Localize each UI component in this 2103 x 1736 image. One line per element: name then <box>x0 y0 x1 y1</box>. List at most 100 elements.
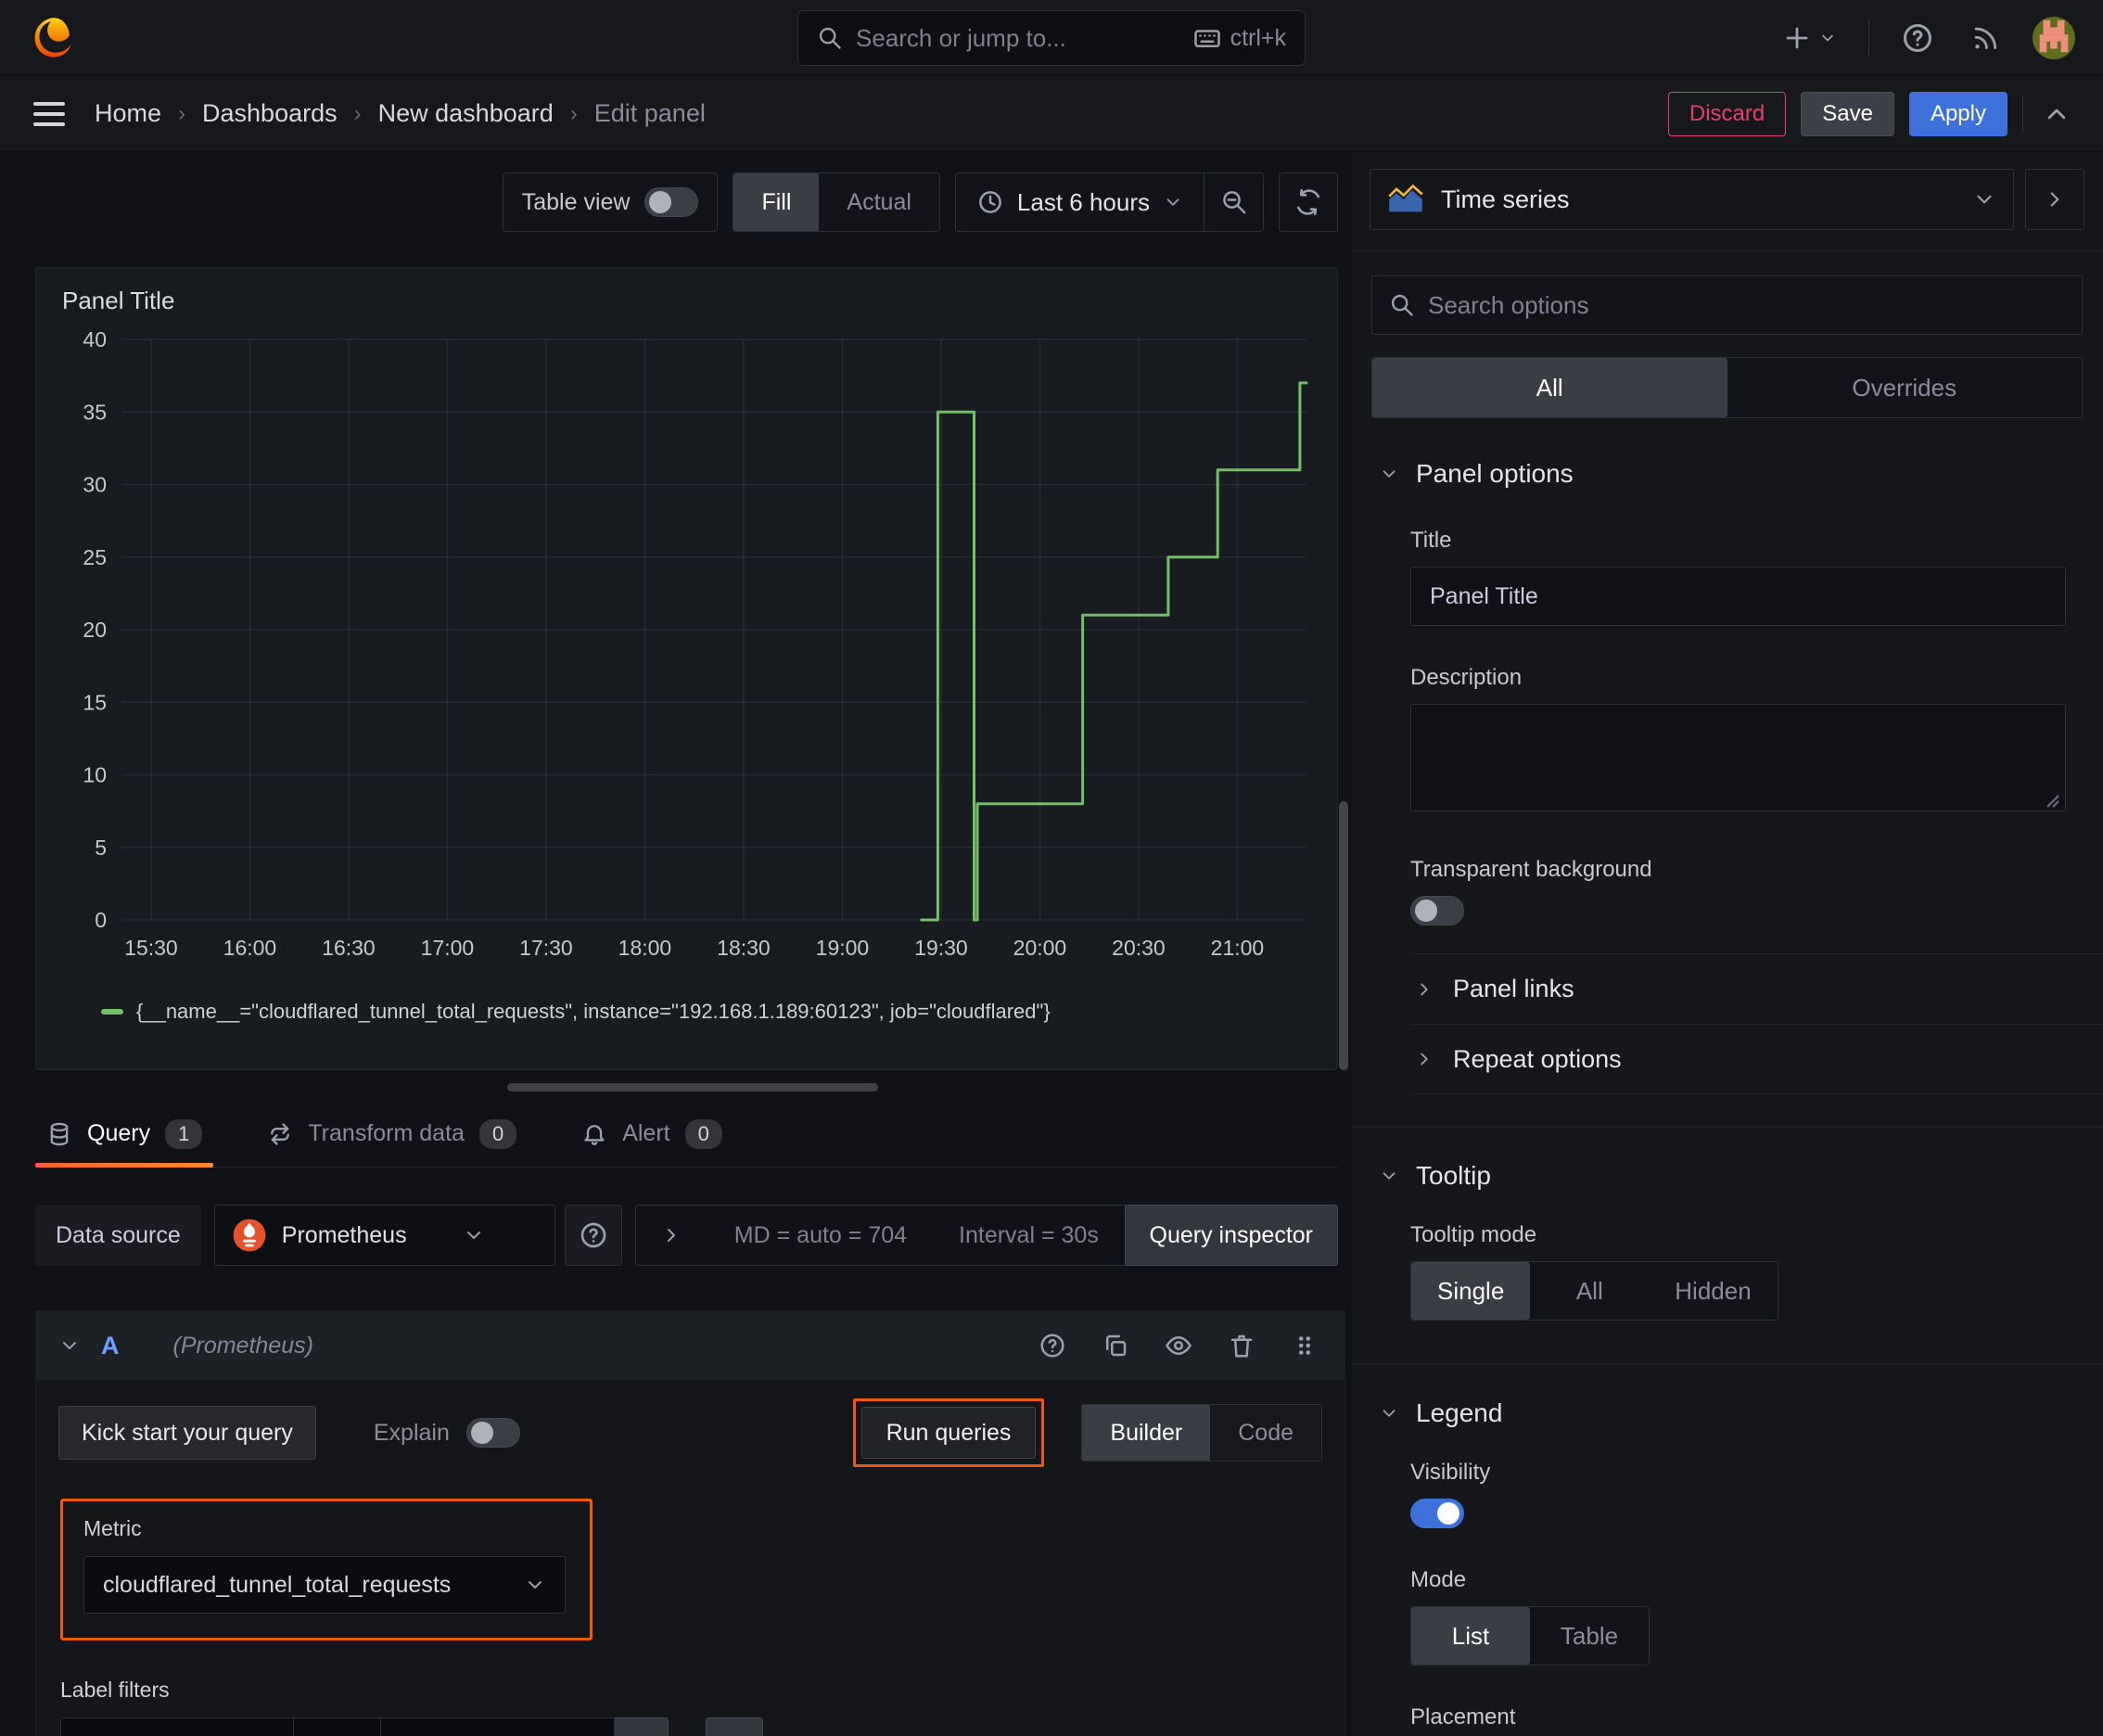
legend-series-swatch[interactable] <box>101 1009 123 1015</box>
datasource-picker[interactable]: Prometheus <box>213 1205 555 1266</box>
panel-title-input[interactable] <box>1410 567 2066 626</box>
tab-overrides[interactable]: Overrides <box>1727 358 2083 417</box>
select-label-dropdown[interactable]: Select label <box>60 1717 294 1736</box>
query-inspector-button[interactable]: Query inspector <box>1124 1205 1338 1266</box>
menu-toggle-button[interactable] <box>28 96 70 132</box>
zoom-out-time-button[interactable] <box>1204 173 1263 231</box>
delete-query-button[interactable] <box>1224 1328 1259 1363</box>
tab-alert[interactable]: Alert 0 <box>576 1101 728 1167</box>
legend-visibility-toggle[interactable] <box>1410 1499 1464 1528</box>
panel-title: Panel Title <box>62 287 175 314</box>
query-row-header[interactable]: A (Prometheus) <box>36 1311 1345 1380</box>
tab-transform-data[interactable]: Transform data 0 <box>261 1101 522 1167</box>
transparent-background-toggle[interactable] <box>1410 896 1464 925</box>
time-range-picker[interactable]: Last 6 hours <box>956 173 1204 231</box>
datasource-help-button[interactable] <box>564 1205 622 1266</box>
tooltip-mode-label: Tooltip mode <box>1410 1222 1537 1247</box>
new-dropdown-button[interactable] <box>1778 19 1841 57</box>
chevron-right-icon <box>2050 192 2059 207</box>
query-help-button[interactable] <box>1035 1328 1070 1363</box>
tooltip-all-option[interactable]: All <box>1530 1262 1649 1320</box>
editor-scrollbar-thumb[interactable] <box>1339 801 1348 1070</box>
legend-mode-list-option[interactable]: List <box>1411 1607 1530 1665</box>
tab-query[interactable]: Query 1 <box>34 1101 214 1168</box>
duplicate-query-button[interactable] <box>1098 1328 1133 1363</box>
builder-option[interactable]: Builder <box>1082 1405 1211 1461</box>
datasource-label: Data source <box>35 1205 201 1266</box>
drag-query-handle[interactable] <box>1287 1328 1322 1363</box>
svg-text:17:30: 17:30 <box>519 936 573 960</box>
metric-select[interactable]: cloudflared_tunnel_total_requests <box>83 1556 566 1614</box>
panel-links-section[interactable]: Panel links <box>1410 953 2103 1024</box>
explain-toggle[interactable] <box>465 1418 520 1448</box>
query-datasource-hint: (Prometheus) <box>172 1332 313 1359</box>
select-value-dropdown[interactable]: Select value <box>381 1717 615 1736</box>
tooltip-single-option[interactable]: Single <box>1411 1262 1531 1320</box>
help-button[interactable] <box>1897 18 1938 58</box>
explain-control: Explain <box>374 1418 520 1448</box>
trash-icon <box>1230 1334 1253 1358</box>
remove-filter-button[interactable] <box>615 1717 669 1736</box>
query-count-badge: 1 <box>165 1118 203 1149</box>
legend-mode-label: Mode <box>1410 1567 1467 1592</box>
transform-icon <box>271 1122 290 1145</box>
run-queries-button[interactable]: Run queries <box>860 1407 1037 1459</box>
timeseries-chart[interactable]: 0 5 10 15 20 25 30 35 40 15:30 16:00 16:30 17:00 17:3… <box>62 325 1312 996</box>
svg-text:20: 20 <box>83 618 107 642</box>
tooltip-hidden-option[interactable]: Hidden <box>1649 1262 1777 1320</box>
description-label: Description <box>1410 665 1523 690</box>
discard-button[interactable]: Discard <box>1667 91 1787 136</box>
keyboard-icon <box>1193 30 1220 47</box>
viz-suggestions-button[interactable] <box>2025 169 2084 230</box>
table-view-control: Table view <box>502 172 719 232</box>
options-search-input[interactable] <box>1428 290 2065 320</box>
description-textarea[interactable] <box>1410 704 2066 811</box>
grafana-logo-icon[interactable] <box>28 14 76 62</box>
save-button[interactable]: Save <box>1801 91 1894 136</box>
tooltip-section-header[interactable]: Tooltip <box>1351 1161 2103 1191</box>
chevron-down-icon <box>529 1581 542 1589</box>
global-search[interactable]: ctrl+k <box>797 10 1306 66</box>
panel-options-header[interactable]: Panel options <box>1351 459 2103 489</box>
repeat-options-section[interactable]: Repeat options <box>1410 1024 2103 1094</box>
code-option[interactable]: Code <box>1210 1405 1321 1461</box>
legend-series-label[interactable]: {__name__="cloudflared_tunnel_total_requ… <box>136 1000 1051 1024</box>
refresh-button[interactable] <box>1279 172 1338 232</box>
options-search[interactable] <box>1371 275 2083 335</box>
legend-placement-label: Placement <box>1410 1704 1516 1730</box>
fill-option[interactable]: Fill <box>733 173 820 231</box>
search-input[interactable] <box>856 23 1180 53</box>
svg-text:30: 30 <box>83 473 107 497</box>
tab-all-options[interactable]: All <box>1372 358 1727 417</box>
visualization-picker[interactable]: Time series <box>1370 169 2014 230</box>
news-button[interactable] <box>1966 19 2005 57</box>
apply-button[interactable]: Apply <box>1908 91 2007 136</box>
fill-actual-switch: Fill Actual <box>733 172 940 232</box>
add-filter-button[interactable] <box>706 1717 763 1736</box>
operator-dropdown[interactable]: = <box>294 1717 381 1736</box>
shortcut-hint: ctrl+k <box>1193 24 1286 52</box>
help-icon <box>1040 1334 1064 1358</box>
database-icon <box>50 1122 69 1145</box>
breadcrumb-home[interactable]: Home <box>95 99 161 128</box>
plus-icon <box>1786 27 1808 48</box>
breadcrumb-dashboards[interactable]: Dashboards <box>202 99 338 128</box>
legend-mode-table-option[interactable]: Table <box>1530 1607 1649 1665</box>
query-ref-id[interactable]: A <box>101 1332 120 1360</box>
breadcrumb: Home › Dashboards › New dashboard › Edit… <box>95 99 706 128</box>
legend-section-header[interactable]: Legend <box>1351 1398 2103 1428</box>
actual-option[interactable]: Actual <box>819 173 938 231</box>
resize-splitter-handle[interactable] <box>507 1083 878 1091</box>
svg-text:18:00: 18:00 <box>618 936 672 960</box>
datasource-row: Data source Prometheus MD = auto = 704 I… <box>35 1205 1338 1266</box>
breadcrumb-new-dashboard[interactable]: New dashboard <box>378 99 554 128</box>
svg-text:16:00: 16:00 <box>223 936 277 960</box>
refresh-icon <box>1297 189 1319 215</box>
breadcrumb-separator: › <box>353 100 362 126</box>
table-view-toggle[interactable] <box>644 187 699 217</box>
toggle-query-visibility-button[interactable] <box>1161 1328 1196 1363</box>
user-avatar[interactable] <box>2033 16 2075 59</box>
rss-icon <box>1974 27 1997 49</box>
collapse-options-button[interactable] <box>2038 96 2075 133</box>
kick-start-query-button[interactable]: Kick start your query <box>58 1406 316 1460</box>
